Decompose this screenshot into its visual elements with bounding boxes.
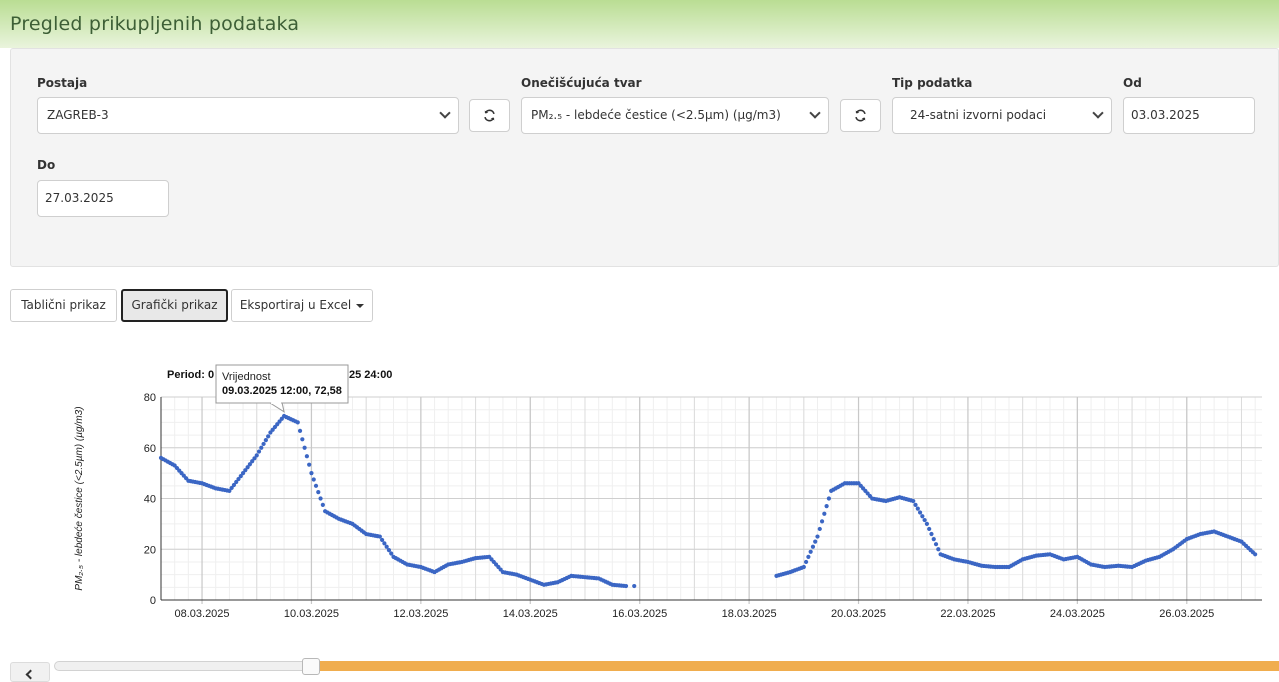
chart: 0 20 40 60 80 08.03.2025 10.03.2025 12.03.2025 1… [74, 364, 1262, 620]
tooltip-title: Vrijednost [222, 371, 271, 383]
y-tick-label: 40 [144, 494, 156, 506]
to-date-input[interactable]: 27.03.2025 [37, 180, 169, 217]
pollutant-refresh-button[interactable] [840, 99, 881, 132]
data-point [911, 498, 916, 504]
x-tick-label: 22.03.2025 [940, 608, 995, 620]
data-point [309, 471, 314, 476]
data-point [920, 514, 925, 519]
data-point [261, 441, 266, 447]
pollutant-select[interactable]: PM₂.₅ - lebdeće čestice (<2.5µm) (µg/m3) [521, 97, 829, 134]
data-point [316, 490, 321, 495]
y-tick-label: 80 [144, 392, 156, 404]
data-point [931, 537, 936, 542]
slider-handle[interactable] [302, 658, 320, 675]
data-point [817, 526, 822, 532]
tooltip-pointer [268, 402, 285, 413]
data-point [826, 496, 831, 501]
data-point [300, 437, 305, 442]
slider-prev-button[interactable] [10, 662, 50, 682]
chevron-down-icon [809, 107, 821, 119]
chart-view-button[interactable]: Grafički prikaz [121, 289, 228, 322]
export-excel-button[interactable]: Eksportiraj u Excel [231, 289, 373, 322]
data-point [917, 510, 923, 515]
data-point [295, 420, 300, 425]
time-range-selected [312, 661, 1279, 671]
data-point [801, 564, 806, 570]
data-point [320, 502, 325, 507]
data-point [808, 549, 813, 554]
x-tick-label: 08.03.2025 [174, 608, 229, 620]
data-point [929, 531, 934, 537]
x-tick-label: 18.03.2025 [722, 608, 777, 620]
data-point [815, 534, 820, 539]
y-axis-label: PM₂.₅ - lebdeće čestice (<2.5µm) (µg/m3) [74, 406, 85, 590]
station-value: ZAGREB-3 [47, 108, 109, 122]
to-label: Do [37, 158, 56, 172]
data-type-select[interactable]: 24-satni izvorni podaci [892, 97, 1112, 134]
data-point [822, 511, 827, 516]
data-point [313, 483, 319, 488]
y-tick-label: 20 [144, 544, 156, 556]
data-point [927, 526, 932, 532]
page-title: Pregled prikupljenih podataka [10, 13, 300, 35]
data-point [256, 449, 262, 454]
chevron-down-icon [1092, 107, 1104, 119]
data-point [259, 445, 264, 450]
table-view-button[interactable]: Tablični prikaz [10, 289, 117, 322]
x-tick-label: 10.03.2025 [284, 608, 339, 620]
data-type-label: Tip podatka [892, 76, 973, 90]
from-date-input[interactable]: 03.03.2025 [1123, 97, 1255, 134]
x-tick-label: 12.03.2025 [393, 608, 448, 620]
data-point [302, 445, 307, 450]
data-point [307, 462, 312, 467]
data-point [1253, 552, 1258, 557]
data-point [623, 583, 629, 589]
data-point [922, 517, 927, 523]
pollutant-value: PM₂.₅ - lebdeće čestice (<2.5µm) (µg/m3) [531, 108, 781, 122]
data-point [933, 542, 939, 547]
refresh-icon [855, 109, 866, 122]
chevron-down-icon [439, 107, 451, 119]
refresh-icon [484, 109, 495, 122]
station-refresh-button[interactable] [469, 99, 510, 132]
data-point [254, 453, 259, 458]
data-point [304, 454, 309, 459]
x-tick-label: 20.03.2025 [831, 608, 886, 620]
from-label: Od [1123, 76, 1142, 90]
pollutant-label: Onečišćujuća tvar [521, 76, 642, 90]
chart-title-right: 25 24:00 [349, 369, 392, 381]
page-header: Pregled prikupljenih podataka [0, 0, 1279, 48]
caret-down-icon [356, 303, 365, 308]
export-label: Eksportiraj u Excel [239, 298, 352, 312]
data-point [819, 519, 825, 524]
data-point [263, 438, 268, 443]
data-point [803, 559, 809, 565]
time-range-slider[interactable] [54, 661, 314, 671]
x-tick-label: 16.03.2025 [612, 608, 667, 620]
x-tick-label: 24.03.2025 [1050, 608, 1105, 620]
x-tick-label: 14.03.2025 [503, 608, 558, 620]
x-tick-label: 26.03.2025 [1159, 608, 1214, 620]
data-point [936, 547, 941, 552]
data-point [318, 496, 323, 501]
data-point [632, 583, 637, 589]
data-point [266, 434, 271, 439]
data-point [297, 428, 303, 433]
data-point [913, 502, 918, 507]
data-point [311, 477, 316, 482]
y-tick-label: 0 [150, 595, 156, 607]
data-point [824, 504, 829, 509]
data-point [806, 554, 811, 559]
tooltip-value: 09.03.2025 12:00, 72,58 [222, 385, 342, 397]
chart-title-left: Period: 0 [167, 369, 214, 381]
data-point [915, 506, 920, 511]
filter-panel: Postaja ZAGREB-3 Onečišćujuća tvar PM₂.₅… [10, 48, 1279, 267]
y-tick-label: 60 [144, 443, 156, 455]
data-point [813, 539, 818, 544]
data-point [924, 521, 930, 526]
data-type-value: 24-satni izvorni podaci [910, 108, 1047, 122]
station-select[interactable]: ZAGREB-3 [37, 97, 459, 134]
station-label: Postaja [37, 76, 88, 90]
data-point [810, 544, 816, 549]
